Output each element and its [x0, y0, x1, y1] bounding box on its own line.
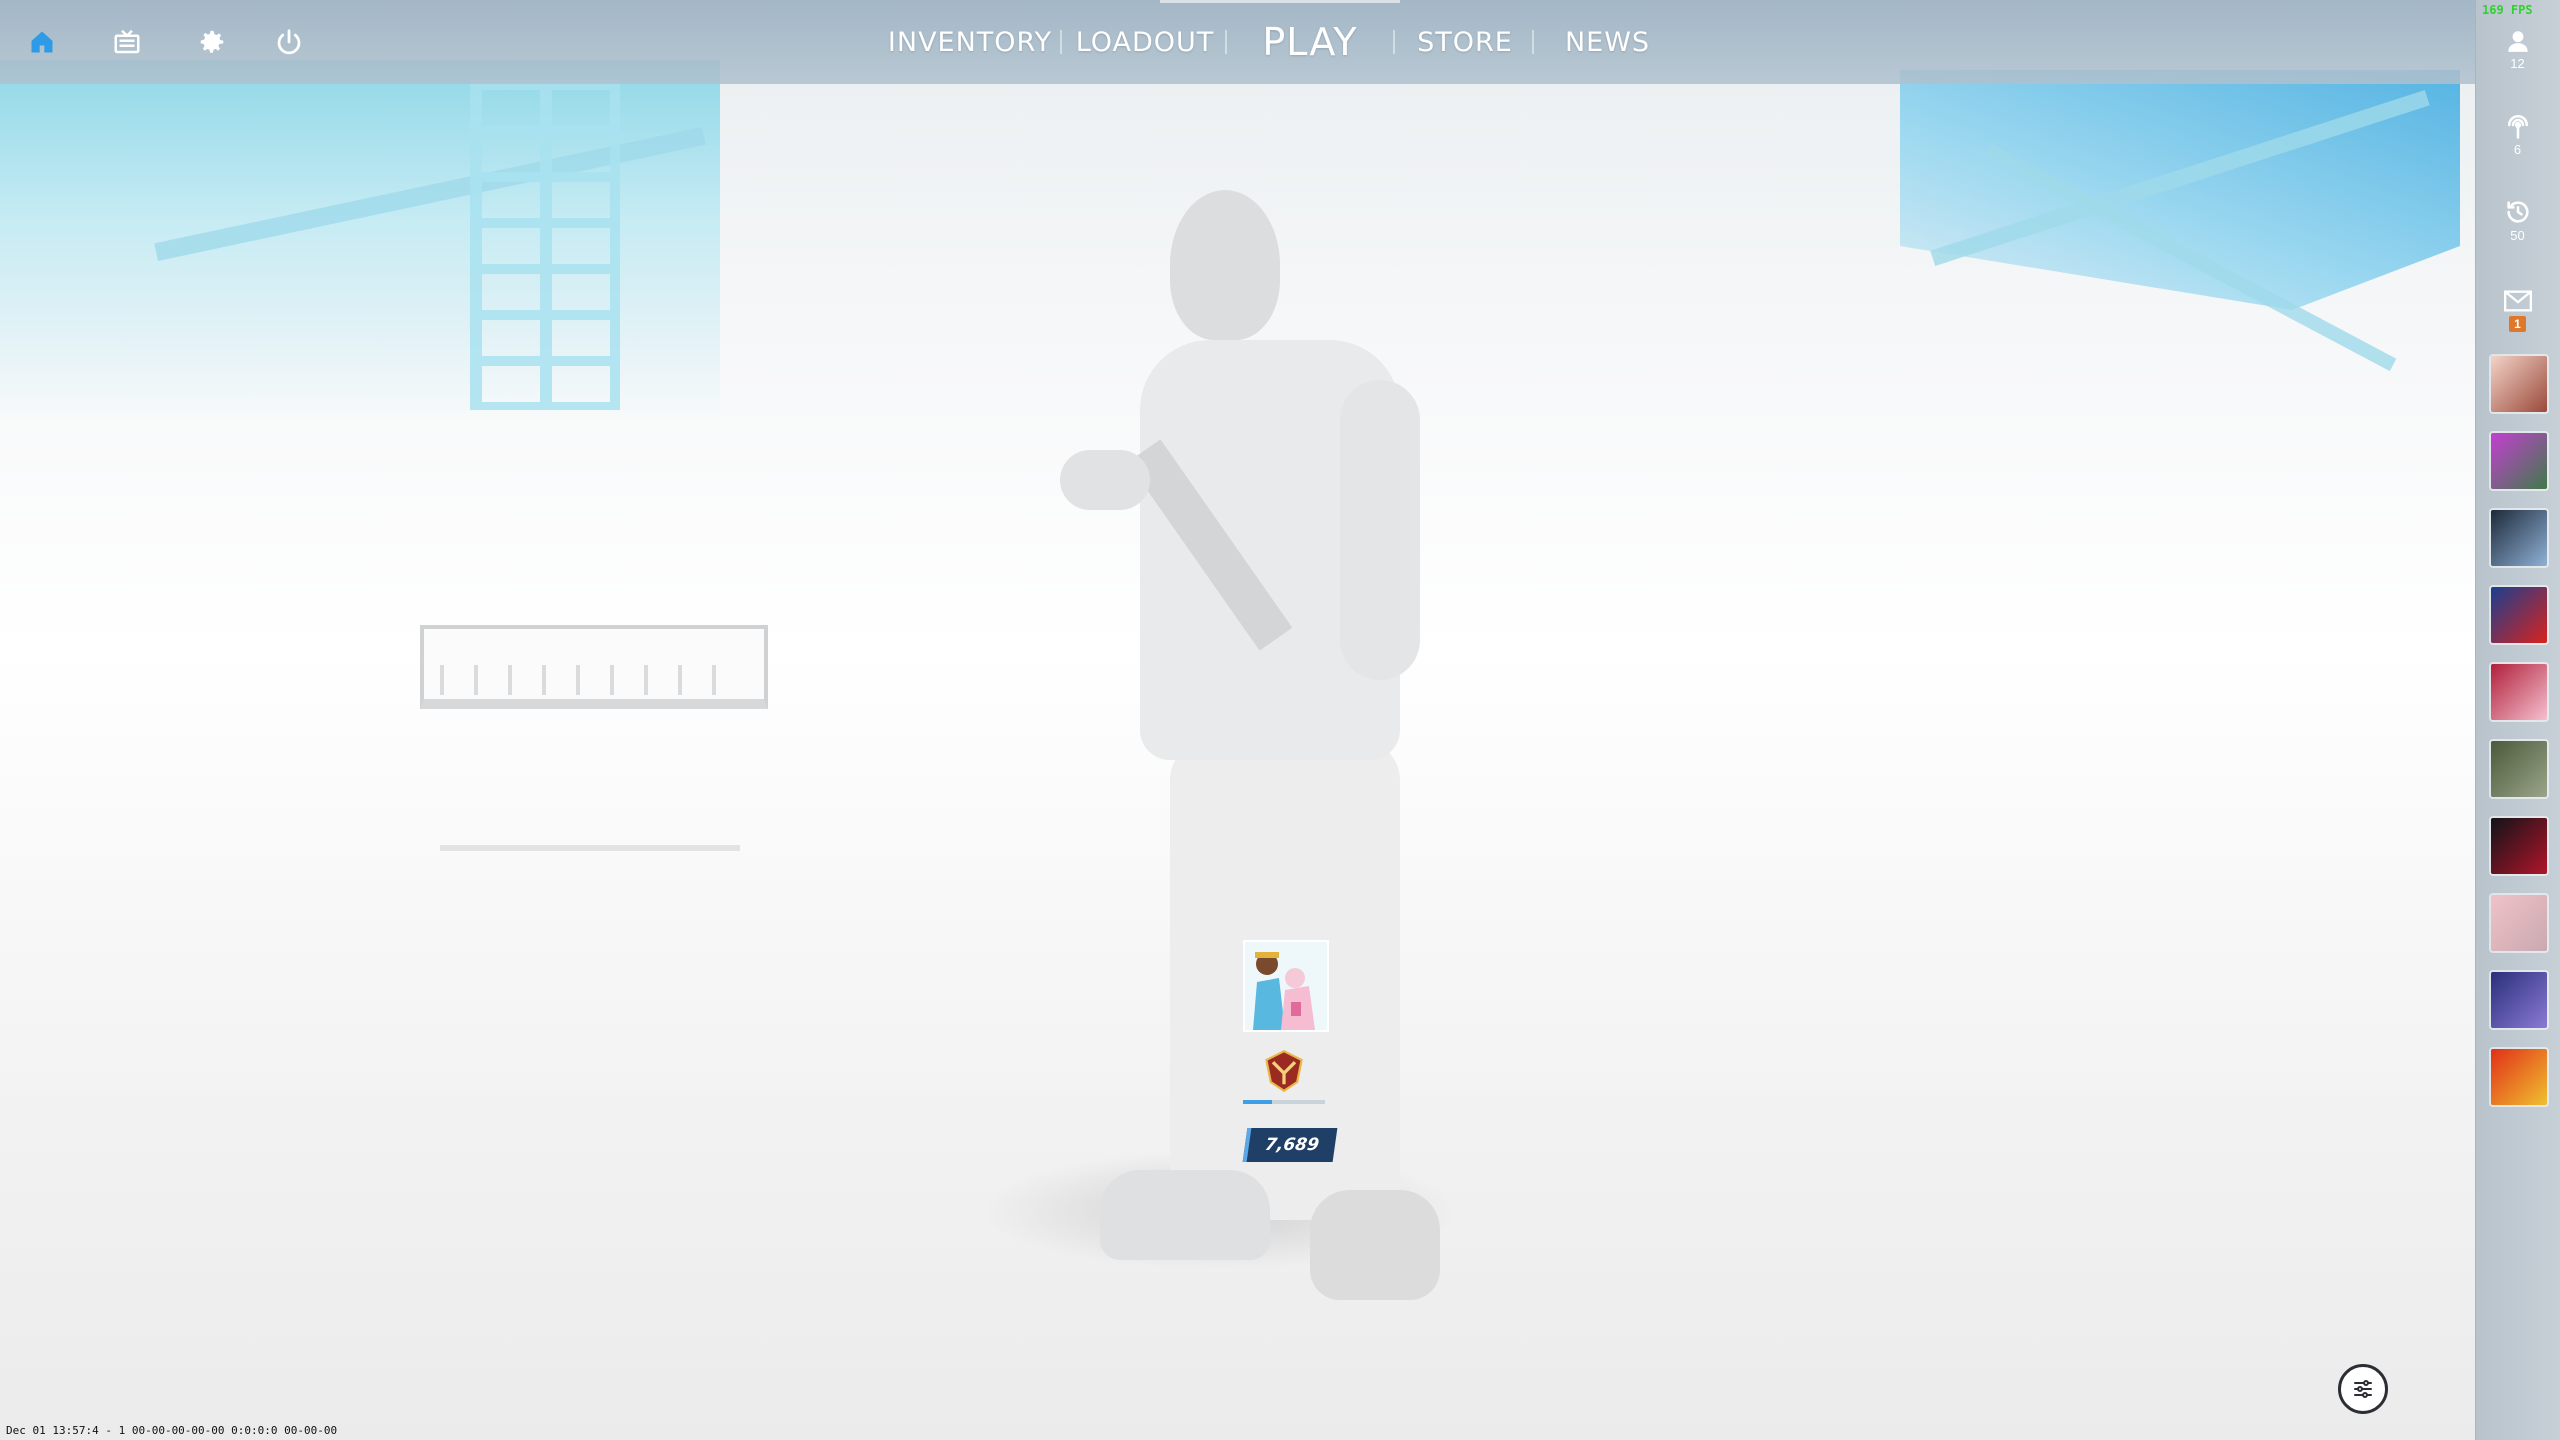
- friend-avatar[interactable]: [2489, 739, 2549, 799]
- nav-separator: [1393, 30, 1395, 54]
- credits-display[interactable]: 7,689: [1242, 1128, 1338, 1162]
- broadcast-icon: [2507, 115, 2528, 139]
- friends-button[interactable]: 12: [2475, 28, 2560, 71]
- home-icon: [31, 31, 53, 53]
- scene-background: [0, 0, 2475, 1440]
- friend-avatar-image: [2491, 1049, 2547, 1105]
- gear-icon: [200, 30, 224, 53]
- history-count: 50: [2510, 228, 2525, 243]
- tab-play[interactable]: PLAY: [1250, 0, 1370, 84]
- home-button[interactable]: [18, 18, 66, 66]
- player-portrait[interactable]: [1243, 940, 1329, 1032]
- tab-loadout-label: LOADOUT: [1075, 26, 1215, 58]
- tab-play-label: PLAY: [1262, 20, 1358, 64]
- friend-avatar-image: [2491, 433, 2547, 489]
- user-icon: [2507, 31, 2528, 52]
- character-left-boot: [1100, 1170, 1270, 1260]
- tab-store[interactable]: STORE: [1410, 0, 1520, 84]
- character-right-boot: [1310, 1190, 1440, 1300]
- friend-avatar-image: [2491, 510, 2547, 566]
- friend-avatar-image: [2491, 972, 2547, 1028]
- xp-bar-fill: [1243, 1100, 1272, 1104]
- friend-avatar-image: [2491, 587, 2547, 643]
- mail-badge: 1: [2509, 316, 2526, 332]
- friend-avatar[interactable]: [2489, 354, 2549, 414]
- dumpster: [410, 625, 770, 895]
- tab-loadout[interactable]: LOADOUT: [1076, 0, 1214, 84]
- friend-avatar[interactable]: [2489, 585, 2549, 645]
- tab-news[interactable]: NEWS: [1555, 0, 1660, 84]
- scaffold-tower: [470, 80, 620, 410]
- party-count: 6: [2513, 142, 2522, 157]
- tab-inventory-label: INVENTORY: [887, 26, 1053, 58]
- rank-emblem-icon: [1265, 1049, 1303, 1093]
- dumpster-base: [440, 845, 740, 851]
- friend-avatar[interactable]: [2489, 816, 2549, 876]
- friend-avatar[interactable]: [2489, 431, 2549, 491]
- friend-avatar-image: [2491, 664, 2547, 720]
- nav-separator: [1532, 30, 1534, 54]
- nav-separator: [1060, 30, 1062, 54]
- rank-badge[interactable]: [1243, 1040, 1325, 1102]
- character-right-arm: [1340, 380, 1420, 680]
- power-button[interactable]: [265, 18, 313, 66]
- nav-separator: [1225, 30, 1227, 54]
- friend-avatar[interactable]: [2489, 1047, 2549, 1107]
- tab-store-label: STORE: [1417, 26, 1513, 58]
- history-icon: [2506, 201, 2529, 223]
- settings-button[interactable]: [188, 18, 236, 66]
- history-button[interactable]: 50: [2475, 198, 2560, 243]
- tv-icon: [114, 29, 140, 54]
- friend-avatar[interactable]: [2489, 662, 2549, 722]
- player-portrait-image: [1245, 942, 1327, 1030]
- mail-icon: [2503, 290, 2532, 312]
- dumpster-slats: [440, 665, 740, 695]
- friends-count: 12: [2510, 56, 2525, 71]
- friend-avatar-image: [2491, 356, 2547, 412]
- character-head: [1170, 190, 1280, 340]
- friend-avatar-image: [2491, 818, 2547, 874]
- friend-avatar[interactable]: [2489, 893, 2549, 953]
- tab-inventory[interactable]: INVENTORY: [888, 0, 1051, 84]
- debug-status-text: Dec 01 13:57:4 - 1 00-00-00-00-00 0:0:0:…: [6, 1424, 338, 1437]
- sliders-icon: [2354, 1380, 2372, 1398]
- xp-bar: [1243, 1100, 1325, 1104]
- power-icon: [277, 29, 301, 55]
- friend-avatar-image: [2491, 741, 2547, 797]
- top-bar: INVENTORY LOADOUT PLAY STORE NEWS: [0, 0, 2475, 84]
- tab-news-label: NEWS: [1564, 26, 1651, 58]
- friend-avatar-image: [2491, 895, 2547, 951]
- filter-button[interactable]: [2338, 1364, 2388, 1414]
- fps-counter: 169 FPS: [2482, 3, 2533, 17]
- friend-avatar[interactable]: [2489, 508, 2549, 568]
- character-left-arm: [1060, 450, 1150, 510]
- party-button[interactable]: 6: [2475, 110, 2560, 157]
- mail-button[interactable]: 1: [2475, 290, 2560, 332]
- credits-value: 7,689: [1263, 1135, 1321, 1155]
- friend-avatar[interactable]: [2489, 970, 2549, 1030]
- tv-button[interactable]: [103, 18, 151, 66]
